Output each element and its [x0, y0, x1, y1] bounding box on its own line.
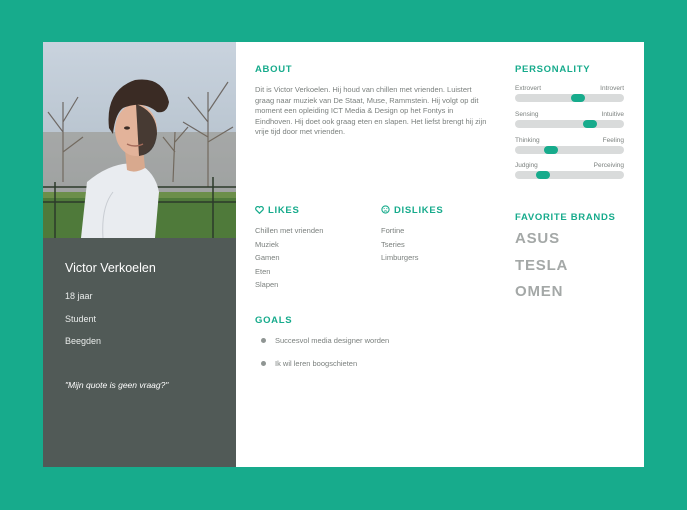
profile-photo [43, 42, 236, 238]
dislikes-heading: DISLIKES [381, 205, 443, 217]
trait-slider-track [515, 94, 624, 102]
trait-right-label: Introvert [600, 85, 624, 92]
brands-heading: FAVORITE BRANDS [515, 212, 616, 223]
persona-card: Victor Verkoelen 18 jaar Student Beegden… [43, 42, 644, 467]
brand-name: OMEN [515, 283, 564, 300]
trait-right-label: Feeling [602, 137, 624, 144]
trait-slider-knob [571, 94, 586, 102]
personality-trait: Judging Perceiving [515, 162, 624, 179]
likes-list: Chillen met vrienden Muziek Gamen Eten S… [255, 226, 323, 294]
goals-list: Succesvol media designer worden Ik wil l… [261, 336, 389, 382]
list-item: Fortine [381, 226, 405, 235]
trait-left-label: Sensing [515, 111, 539, 118]
trait-slider-knob [583, 120, 598, 128]
trait-slider-track [515, 120, 624, 128]
trait-right-label: Intuitive [601, 111, 624, 118]
goal-item: Ik wil leren boogschieten [261, 359, 389, 382]
personality-heading: PERSONALITY [515, 64, 591, 75]
dislikes-title: DISLIKES [394, 205, 444, 216]
personality-trait: Thinking Feeling [515, 137, 624, 154]
goal-text: Ik wil leren boogschieten [275, 359, 358, 368]
list-item: Chillen met vrienden [255, 226, 324, 235]
trait-slider-knob [543, 146, 558, 154]
person-location: Beegden [65, 336, 102, 346]
goal-item: Succesvol media designer worden [261, 336, 389, 359]
trait-slider-knob [536, 171, 551, 179]
list-item: Slapen [255, 280, 279, 290]
about-text: Dit is Victor Verkoelen. Hij houd van ch… [255, 85, 487, 136]
personality-trait: Sensing Intuitive [515, 111, 624, 128]
person-quote: "Mijn quote is geen vraag?" [65, 380, 169, 390]
goals-heading: GOALS [255, 315, 293, 326]
list-item: Tseries [381, 239, 405, 249]
sad-face-icon [381, 205, 390, 217]
profile-sidebar: Victor Verkoelen 18 jaar Student Beegden… [43, 42, 236, 467]
about-heading: ABOUT [255, 64, 293, 75]
person-occupation: Student [65, 314, 97, 324]
list-item: Muziek [255, 239, 279, 249]
list-item: Eten [255, 266, 271, 276]
goal-text: Succesvol media designer worden [275, 336, 390, 345]
trait-left-label: Judging [515, 162, 538, 169]
trait-left-label: Thinking [515, 137, 540, 144]
trait-right-label: Perceiving [593, 162, 624, 169]
brand-name: ASUS [515, 230, 560, 247]
brands-list: ASUS TESLA OMEN [515, 230, 568, 310]
dislikes-list: Fortine Tseries Limburgers [381, 226, 419, 267]
trait-left-label: Extrovert [515, 85, 542, 92]
heart-icon [255, 205, 264, 217]
brand-name: TESLA [515, 256, 569, 274]
bullet-icon [261, 338, 266, 343]
person-name: Victor Verkoelen [65, 261, 156, 275]
trait-slider-track [515, 146, 624, 154]
list-item: Gamen [255, 253, 280, 263]
personality-trait: Extrovert Introvert [515, 85, 624, 102]
person-age: 18 jaar [65, 291, 93, 301]
likes-title: LIKES [268, 205, 300, 216]
bullet-icon [261, 361, 266, 366]
list-item: Limburgers [381, 253, 419, 263]
likes-heading: LIKES [255, 205, 299, 217]
trait-slider-track [515, 171, 624, 179]
